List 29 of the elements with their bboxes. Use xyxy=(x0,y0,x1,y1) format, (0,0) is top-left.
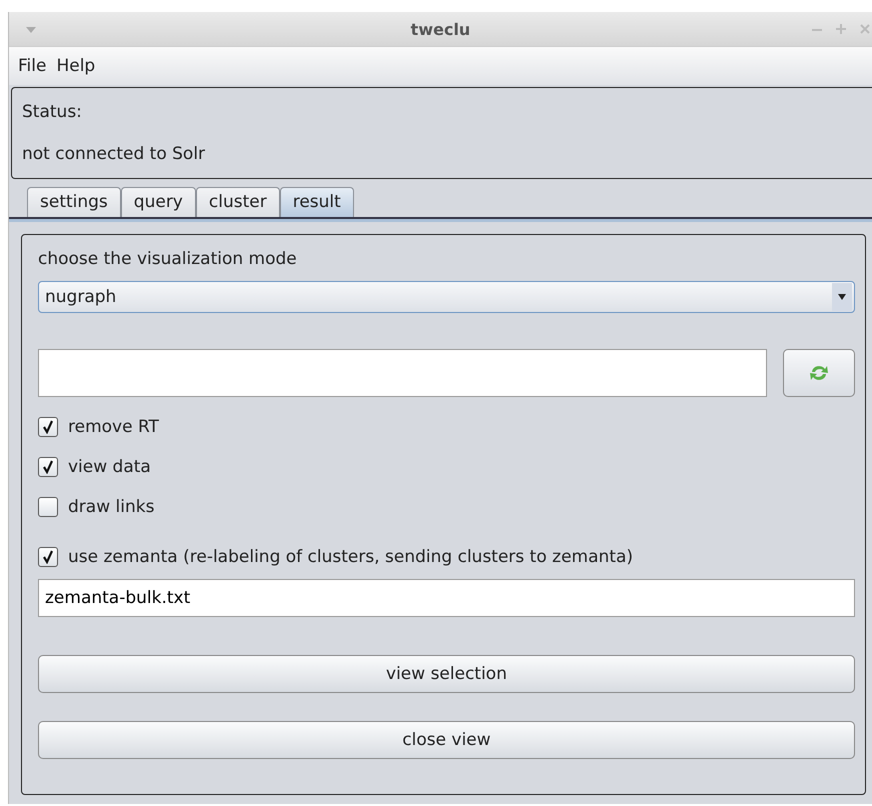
refresh-button[interactable] xyxy=(783,349,855,397)
refresh-icon xyxy=(808,363,830,383)
status-label: Status: xyxy=(22,102,83,122)
action-button[interactable]: view selection xyxy=(38,655,855,693)
status-message: not connected to Solr xyxy=(22,144,206,164)
tab[interactable]: cluster xyxy=(196,187,280,217)
checkbox-option[interactable]: use zemanta (re-labeling of clusters, sending clusters to zemanta) xyxy=(38,537,855,577)
mode-dropdown[interactable]: nugraph xyxy=(38,281,855,313)
input-field[interactable] xyxy=(38,349,767,397)
checkmark-icon xyxy=(41,420,55,434)
window-title: tweclu xyxy=(410,20,470,38)
checkmark-icon xyxy=(41,550,55,564)
checkbox[interactable] xyxy=(38,417,58,437)
checkbox-option[interactable]: draw links xyxy=(38,487,855,527)
tab[interactable]: settings xyxy=(27,187,121,217)
checkmark-icon xyxy=(41,460,55,474)
checkbox-option[interactable]: remove RT xyxy=(38,407,855,447)
tab[interactable]: result xyxy=(280,187,354,217)
checkbox-option[interactable]: view data xyxy=(38,447,855,487)
file-field[interactable]: zemanta-bulk.txt xyxy=(38,579,855,617)
tab[interactable]: query xyxy=(120,187,196,217)
menu-item[interactable]: File xyxy=(18,56,46,76)
menu-item[interactable]: Help xyxy=(56,56,96,76)
checkbox[interactable] xyxy=(38,547,58,567)
mode-label: choose the visualization mode xyxy=(38,249,298,269)
action-button[interactable]: close view xyxy=(38,721,855,759)
checkbox[interactable] xyxy=(38,457,58,477)
window-menu-icon[interactable] xyxy=(25,26,37,34)
checkbox[interactable] xyxy=(38,497,58,517)
